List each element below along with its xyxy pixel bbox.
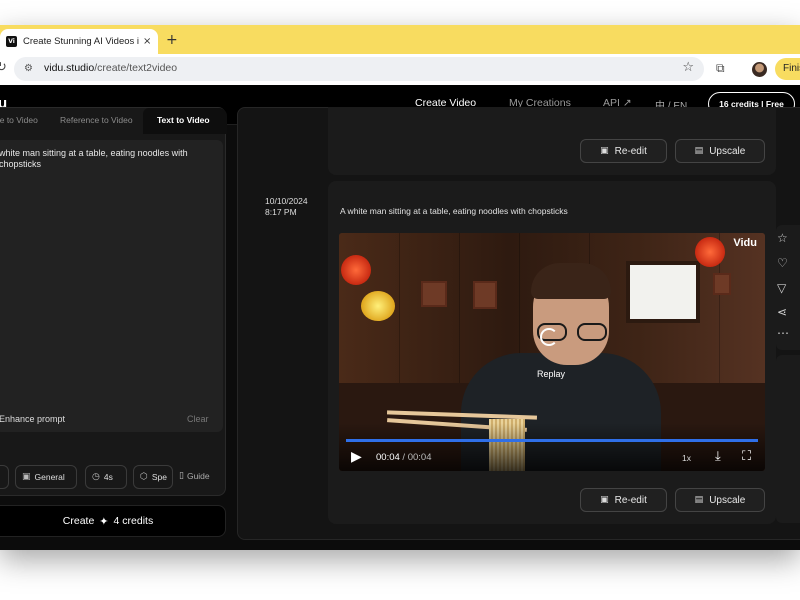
controls-gradient [339, 423, 765, 471]
reload-icon[interactable]: ↻ [0, 60, 7, 75]
share-icon[interactable]: ⋖ [777, 305, 787, 319]
play-icon[interactable]: ▶ [351, 449, 362, 465]
upscale-button-1[interactable]: ▤ Upscale [675, 139, 765, 163]
upscale-button-2[interactable]: ▤ Upscale [675, 488, 765, 512]
thumbs-up-icon[interactable]: ♡ [777, 256, 788, 270]
url-text: vidu.studio/create/text2video [44, 62, 177, 74]
time-separator: / [402, 452, 406, 463]
result-caption: A white man sitting at a table, eating n… [340, 206, 568, 216]
guide-label: Guide [186, 471, 210, 481]
wall-frame [421, 281, 447, 307]
prompt-textarea[interactable]: white man sitting at a table, eating noo… [0, 140, 223, 432]
url-domain: vidu.studio [44, 62, 95, 74]
create-credits: 4 credits [113, 515, 154, 527]
more-icon[interactable]: ⋯ [777, 326, 789, 340]
sparkle-icon: ✦ [99, 514, 109, 528]
video-camera-icon: ▣ [600, 146, 609, 156]
video-scene-window [626, 261, 700, 323]
enhance-prompt-toggle[interactable]: Enhance prompt [0, 414, 65, 424]
person-hair [531, 263, 611, 299]
tab-text-to-video[interactable]: Text to Video [157, 115, 210, 125]
new-tab-icon[interactable]: + [166, 32, 178, 48]
video-player[interactable]: Vidu Replay ▶ 00:04 / 00:04 1x ⤓ ⛶ [339, 233, 765, 471]
video-camera-icon: ▣ [22, 472, 31, 482]
option-duration-label: 4s [103, 472, 113, 482]
option-style-button[interactable] [0, 465, 9, 489]
tab-strip: Vi Create Stunning AI Videos in × + [0, 25, 800, 54]
hd-icon: ▤ [694, 495, 704, 505]
option-speed-button[interactable]: ⬡ Spe [133, 465, 173, 489]
site-settings-icon[interactable]: ⚙ [24, 63, 33, 74]
bookmark-star-icon[interactable]: ☆ [682, 60, 694, 75]
tab-reference-to-video[interactable]: Reference to Video [60, 115, 133, 125]
duration: 00:04 [407, 452, 432, 463]
progress-bar[interactable] [346, 439, 758, 442]
vidu-watermark: Vidu [733, 237, 757, 249]
book-icon: ▯ [179, 471, 184, 481]
option-general-label: General [34, 472, 65, 482]
fullscreen-icon[interactable]: ⛶ [742, 449, 751, 464]
wall-frame [473, 281, 497, 309]
red-lantern [341, 255, 371, 285]
reedit-button-2[interactable]: ▣ Re-edit [580, 488, 667, 512]
playback-speed[interactable]: 1x [682, 453, 691, 463]
browser-window: Vi Create Stunning AI Videos in × + ↻ ⚙ … [0, 25, 800, 550]
video-camera-icon: ▣ [600, 495, 609, 505]
reedit-label-2: Re-edit [614, 494, 647, 506]
option-speed-label: Spe [151, 472, 167, 482]
create-button[interactable]: Create ✦ 4 credits [0, 505, 226, 537]
tab-close-icon[interactable]: × [143, 36, 151, 47]
clock-icon: ◷ [92, 472, 100, 482]
vidu-favicon-icon: Vi [6, 36, 17, 47]
result-time: 8:17 PM [265, 207, 297, 217]
current-time: 00:04 [376, 452, 400, 463]
option-general-button[interactable]: ▣ General [15, 465, 77, 489]
reedit-label-1: Re-edit [614, 145, 647, 157]
replay-label[interactable]: Replay [537, 369, 565, 379]
upscale-label-1: Upscale [709, 145, 746, 157]
url-path: /create/text2video [94, 62, 178, 74]
hd-icon: ▤ [694, 146, 704, 156]
result-timestamp: 10/10/2024 8:17 PM [265, 196, 325, 218]
thumbs-down-icon[interactable]: ▽ [777, 281, 786, 295]
star-icon[interactable]: ☆ [777, 231, 788, 245]
finish-update-button[interactable]: Finis [775, 58, 800, 80]
mode-tabs: ge to Video Reference to Video Text to V… [0, 108, 227, 134]
wall-frame [713, 273, 731, 295]
browser-toolbar: ↻ ⚙ vidu.studio/create/text2video ☆ ⧉ Fi… [0, 54, 800, 85]
upscale-label-2: Upscale [709, 494, 746, 506]
reedit-button-1[interactable]: ▣ Re-edit [580, 139, 667, 163]
tab-title: Create Stunning AI Videos in [23, 36, 139, 47]
time-readout: 00:04 / 00:04 [376, 452, 431, 463]
result-date: 10/10/2024 [265, 196, 308, 206]
download-icon[interactable]: ⤓ [715, 449, 721, 464]
profile-avatar[interactable] [752, 62, 767, 77]
prompt-text: white man sitting at a table, eating noo… [0, 148, 188, 169]
extensions-icon[interactable]: ⧉ [716, 61, 725, 76]
action-rail-lower [776, 355, 800, 523]
yellow-lantern [361, 291, 395, 321]
address-bar[interactable]: ⚙ vidu.studio/create/text2video ☆ [14, 57, 704, 81]
option-duration-button[interactable]: ◷ 4s [85, 465, 127, 489]
browser-tab[interactable]: Vi Create Stunning AI Videos in × [0, 29, 158, 54]
guide-link[interactable]: ▯ Guide [179, 471, 210, 481]
create-label: Create [62, 515, 95, 527]
red-lantern [695, 237, 725, 267]
prompt-panel: ge to Video Reference to Video Text to V… [0, 107, 227, 496]
clear-button[interactable]: Clear [187, 414, 209, 424]
replay-icon[interactable] [540, 328, 558, 346]
tab-image-to-video[interactable]: ge to Video [0, 115, 38, 125]
hexagon-icon: ⬡ [140, 472, 148, 482]
